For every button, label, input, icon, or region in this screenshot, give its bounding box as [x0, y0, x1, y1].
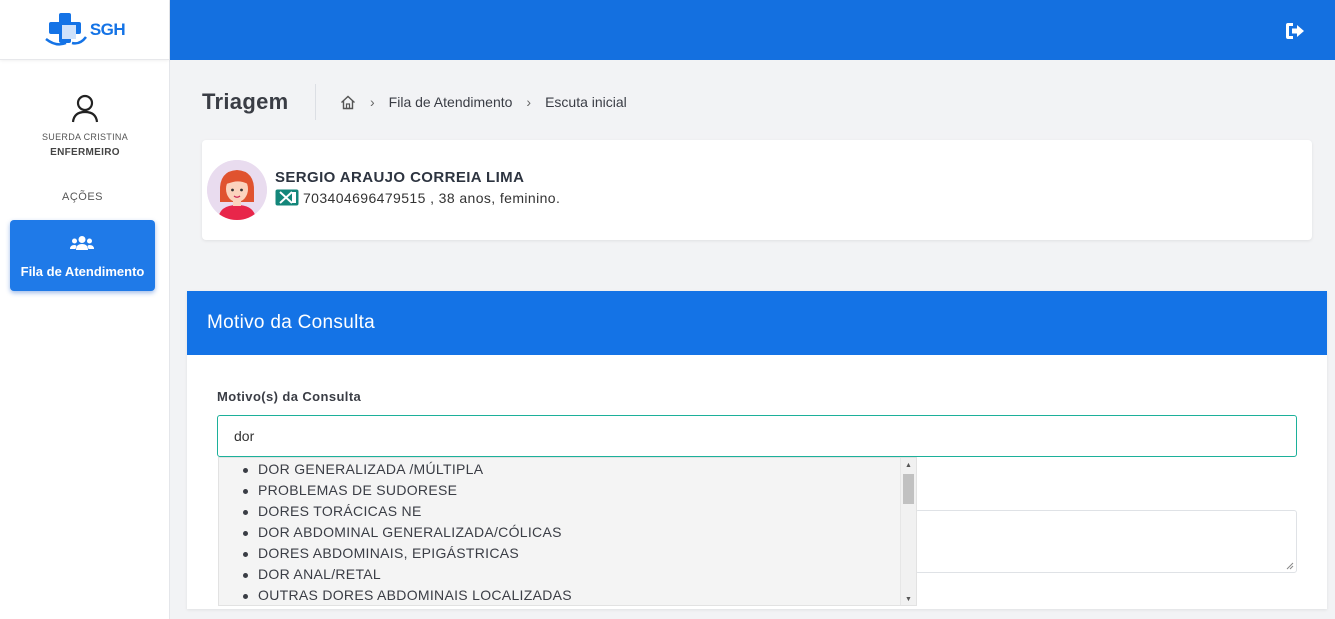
logo-text: SGH [89, 19, 126, 39]
sidebar: SGH SUERDA CRISTINA ENFERMEIRO AÇÕES Fil… [0, 0, 170, 619]
suggestion-label: DORES TORÁCICAS NE [258, 503, 422, 519]
suggestion-label: DOR ANAL/RETAL [258, 566, 381, 582]
suggestion-item[interactable]: OUTRAS DORES ABDOMINAIS LOCALIZADAS [219, 586, 916, 605]
sidebar-section-label: AÇÕES [61, 191, 103, 203]
user-icon [71, 94, 99, 123]
suggestion-label: PROBLEMAS DE SUDORESE [258, 482, 458, 498]
motivo-field-label: Motivo(s) da Consulta [217, 389, 362, 404]
sus-card-icon [275, 189, 299, 206]
user-profile: SUERDA CRISTINA ENFERMEIRO [0, 93, 170, 158]
title-divider [315, 84, 316, 120]
suggestion-item[interactable]: DOR ANAL/RETAL [219, 565, 916, 586]
logo[interactable]: SGH [0, 0, 169, 60]
patient-info: 703404696479515 , 38 anos, feminino. [275, 189, 560, 206]
scroll-up-icon[interactable]: ▲ [901, 458, 916, 473]
panel-title: Motivo da Consulta [207, 312, 376, 333]
resize-grip-icon[interactable] [1286, 562, 1294, 570]
suggestion-item[interactable]: DORES ABDOMINAIS, EPIGÁSTRICAS [219, 544, 916, 565]
notes-textarea[interactable] [915, 510, 1297, 573]
patient-card: SERGIO ARAUJO CORREIA LIMA 7034046964795… [202, 140, 1312, 240]
patient-name: SERGIO ARAUJO CORREIA LIMA [275, 169, 525, 186]
suggestion-label: OUTRAS DORES ABDOMINAIS LOCALIZADAS [258, 587, 572, 603]
suggestions-list: DOR GENERALIZADA /MÚLTIPLA PROBLEMAS DE S… [219, 458, 916, 605]
female-avatar-icon [207, 160, 267, 220]
bullet-icon [243, 468, 248, 473]
scroll-down-icon[interactable]: ▼ [901, 592, 916, 605]
scrollbar[interactable]: ▲ ▼ [900, 458, 916, 605]
suggestion-label: DORES ABDOMINAIS, EPIGÁSTRICAS [258, 545, 520, 561]
breadcrumb-item-fila[interactable]: Fila de Atendimento [389, 94, 513, 110]
suggestion-item[interactable]: DOR GENERALIZADA /MÚLTIPLA [219, 460, 916, 481]
sidebar-item-fila-de-atendimento[interactable]: Fila de Atendimento [10, 220, 155, 291]
chevron-right-icon: › [526, 94, 532, 110]
patient-info-text: 703404696479515 , 38 anos, feminino. [303, 189, 561, 206]
sign-out-icon[interactable] [1285, 22, 1305, 40]
sidebar-item-label: Fila de Atendimento [20, 264, 145, 279]
suggestion-item[interactable]: PROBLEMAS DE SUDORESE [219, 481, 916, 502]
top-bar [170, 0, 1335, 60]
chevron-right-icon: › [370, 94, 375, 110]
suggestion-item[interactable]: DOR ABDOMINAL GENERALIZADA/CÓLICAS [219, 523, 916, 544]
page-title: Triagem [202, 89, 289, 114]
user-name: SUERDA CRISTINA [41, 132, 128, 142]
breadcrumb: › Fila de Atendimento › Escuta inicial [340, 94, 627, 110]
patient-avatar [207, 160, 267, 220]
suggestions-dropdown[interactable]: DOR GENERALIZADA /MÚLTIPLA PROBLEMAS DE S… [218, 457, 917, 606]
suggestion-item[interactable]: DORES TORÁCICAS NE [219, 502, 916, 523]
logo-cross-icon [45, 12, 87, 46]
motivo-search-input[interactable] [217, 415, 1297, 457]
users-icon [70, 236, 94, 250]
bullet-icon [243, 552, 248, 557]
user-role: ENFERMEIRO [50, 147, 120, 158]
bullet-icon [243, 489, 248, 494]
scroll-thumb[interactable] [903, 474, 914, 504]
panel-header: Motivo da Consulta [187, 291, 1327, 355]
bullet-icon [243, 510, 248, 515]
bullet-icon [243, 531, 248, 536]
suggestion-label: DOR GENERALIZADA /MÚLTIPLA [258, 461, 484, 477]
suggestion-label: DOR ABDOMINAL GENERALIZADA/CÓLICAS [258, 524, 562, 540]
bullet-icon [243, 573, 248, 578]
bullet-icon [243, 594, 248, 599]
home-icon[interactable] [340, 95, 356, 110]
breadcrumb-item-escuta: Escuta inicial [545, 94, 627, 110]
